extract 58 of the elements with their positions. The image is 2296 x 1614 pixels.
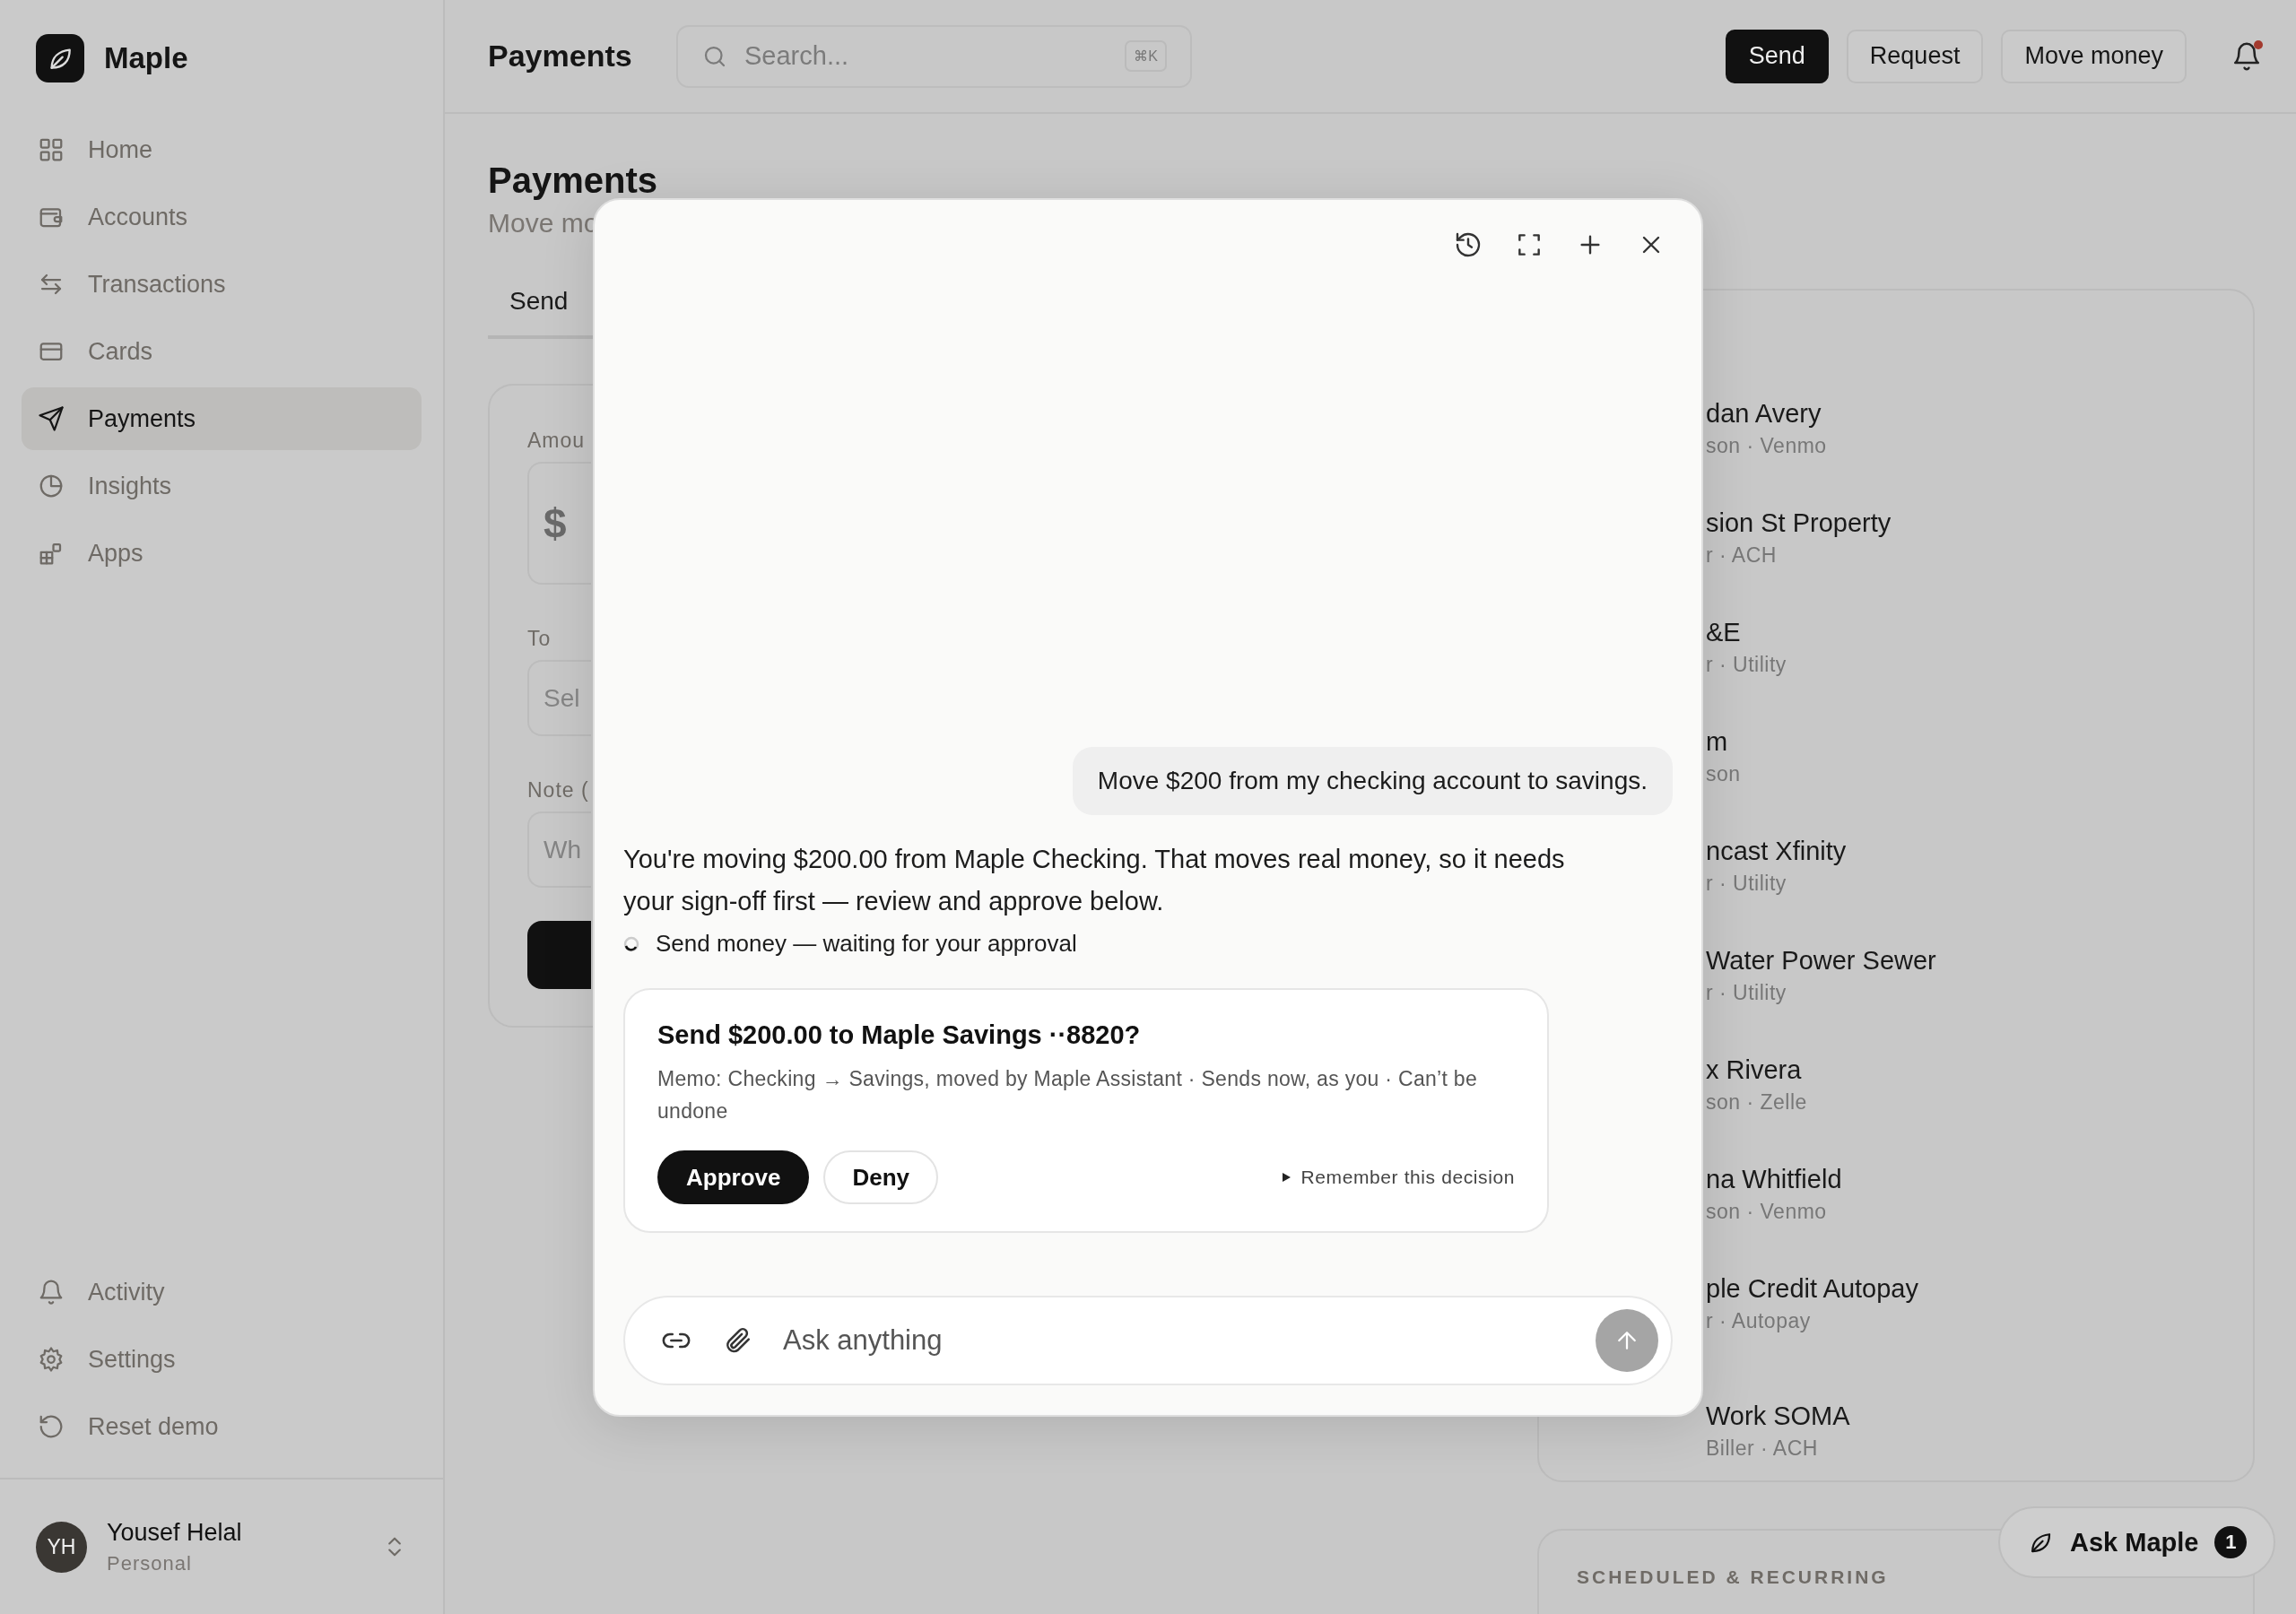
recipient-name[interactable]: Water Power Sewer bbox=[1706, 946, 2253, 976]
approval-title: Send $200.00 to Maple Savings ··8820? bbox=[657, 1020, 1142, 1050]
reset-icon bbox=[38, 1413, 65, 1440]
action-button[interactable]: Request bbox=[1846, 29, 1984, 83]
action-button[interactable]: Move money bbox=[2001, 29, 2187, 83]
action-button[interactable]: Send bbox=[1725, 29, 1829, 83]
account-type: Personal bbox=[107, 1551, 193, 1575]
section-title: SCHEDULED & RECURRING bbox=[1577, 1566, 1889, 1588]
tab[interactable]: Send bbox=[488, 274, 590, 335]
count-badge: 1 bbox=[2214, 1526, 2248, 1558]
user-name: Yousef Helal bbox=[107, 1518, 243, 1547]
page-title: Payments bbox=[488, 39, 633, 74]
recipient-detail: son · Zelle bbox=[1706, 1090, 1808, 1115]
recipient-name[interactable]: Work SOMA bbox=[1706, 1401, 2253, 1431]
recipient-detail: son · Venmo bbox=[1706, 1200, 1828, 1224]
recipient-detail: son bbox=[1706, 762, 1742, 786]
recipient-name[interactable]: na Whitfield bbox=[1706, 1165, 2253, 1194]
recipient-name[interactable]: &E bbox=[1706, 618, 2253, 647]
assistant-message: You're moving $200.00 from Maple Checking. That moves real money, so it needs your sign-off first — review and approve below. bbox=[623, 844, 1566, 917]
shortcut-hint: ⌘K bbox=[1125, 40, 1167, 72]
bell-icon bbox=[38, 1279, 65, 1306]
recipient-detail: son · Venmo bbox=[1706, 434, 1828, 458]
status-text: Send money — waiting for your approval bbox=[656, 930, 1077, 958]
send-icon bbox=[38, 405, 65, 432]
ask-maple-button[interactable]: Ask Maple 1 bbox=[1998, 1506, 2276, 1578]
avatar: YH bbox=[36, 1521, 87, 1573]
recipient-detail: r · Utility bbox=[1706, 981, 1787, 1005]
grid-icon bbox=[38, 136, 65, 163]
pie-chart-icon bbox=[38, 473, 65, 499]
recipient-name[interactable]: dan Avery bbox=[1706, 399, 2253, 429]
recipient-name[interactable]: x Rivera bbox=[1706, 1055, 2253, 1085]
nav-item[interactable]: Payments bbox=[22, 387, 422, 450]
recipient-detail: r · Utility bbox=[1706, 872, 1787, 896]
recipient-detail: r · Utility bbox=[1706, 653, 1787, 677]
deny-button[interactable]: Deny bbox=[823, 1150, 939, 1204]
recipient-name[interactable]: m bbox=[1706, 727, 2253, 757]
recipient-name[interactable]: ple Credit Autopay bbox=[1706, 1274, 2253, 1304]
recipient-detail: r · ACH bbox=[1706, 543, 1778, 568]
recipient-name[interactable]: sion St Property bbox=[1706, 508, 2253, 538]
spinner-icon bbox=[623, 935, 639, 952]
field-label: Note ( bbox=[527, 778, 589, 803]
approve-button[interactable]: Approve bbox=[657, 1150, 810, 1204]
history-icon[interactable] bbox=[1454, 230, 1483, 259]
user-message: Move $200 from my checking account to savings. bbox=[1072, 747, 1673, 815]
heading: Payments bbox=[488, 161, 658, 201]
chat-input-field[interactable]: Ask anything bbox=[623, 1296, 1673, 1385]
recipient-name[interactable]: ncast Xfinity bbox=[1706, 837, 2253, 866]
submit-button[interactable] bbox=[527, 921, 591, 989]
remember-toggle[interactable]: Remember this decision bbox=[1279, 1167, 1515, 1188]
settings-icon bbox=[38, 1346, 65, 1373]
recipient-detail: r · Autopay bbox=[1706, 1309, 1812, 1333]
recipient-detail: Biller · ACH bbox=[1706, 1436, 1819, 1461]
field-label: Amou bbox=[527, 429, 586, 453]
brand-name: Maple bbox=[104, 41, 188, 75]
field-label: To bbox=[527, 627, 552, 651]
approval-detail: Memo: Checking → Savings, moved by Maple Assistant · Sends now, as you · Can’t be undone bbox=[657, 1066, 1479, 1124]
notification-bell-icon[interactable] bbox=[2231, 40, 2262, 72]
logo-icon bbox=[36, 34, 84, 82]
